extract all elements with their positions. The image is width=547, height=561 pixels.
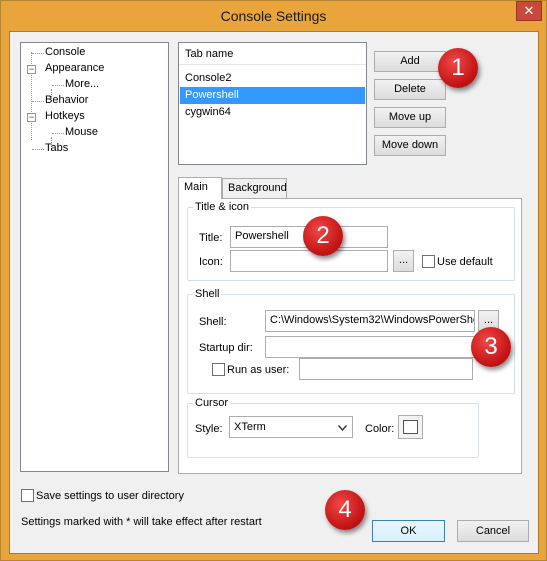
close-button[interactable]: ✕ — [516, 1, 542, 21]
cancel-button[interactable]: Cancel — [457, 520, 529, 542]
restart-note: Settings marked with * will take effect … — [21, 516, 262, 528]
group-label-title-icon: Title & icon — [193, 201, 252, 213]
tree-connector — [32, 149, 44, 150]
cursor-style-label: Style: — [195, 423, 223, 435]
tree-item-appearance[interactable]: Appearance — [45, 62, 104, 74]
list-item[interactable]: cygwin64 — [180, 104, 365, 121]
move-down-button[interactable]: Move down — [374, 135, 446, 156]
run-as-user-checkbox[interactable] — [212, 363, 225, 376]
console-settings-window: Console Settings ✕ Console − Appearance … — [0, 0, 547, 561]
group-label-cursor: Cursor — [193, 397, 231, 409]
delete-button[interactable]: Delete — [374, 79, 446, 100]
icon-browse-button[interactable]: ... — [393, 250, 414, 272]
annotation-marker-2: 2 — [303, 216, 343, 256]
cursor-style-select[interactable]: XTerm — [229, 416, 353, 438]
annotation-marker-4: 4 — [325, 490, 365, 530]
annotation-marker-1: 1 — [438, 48, 478, 88]
shell-path-input[interactable]: C:\Windows\System32\WindowsPowerShe — [265, 310, 475, 332]
chevron-down-icon — [338, 425, 347, 431]
cursor-color-button[interactable] — [398, 415, 423, 439]
tab-main[interactable]: Main — [178, 177, 222, 199]
dialog-client-area: Console − Appearance More... Behavior − … — [9, 31, 539, 554]
tree-item-behavior[interactable]: Behavior — [45, 94, 88, 106]
title-bar[interactable]: Console Settings ✕ — [1, 1, 546, 31]
title-label: Title: — [199, 232, 223, 244]
tree-item-console[interactable]: Console — [45, 46, 85, 58]
save-to-user-dir-label: Save settings to user directory — [36, 490, 184, 502]
settings-tree: Console − Appearance More... Behavior − … — [20, 42, 169, 472]
ok-button[interactable]: OK — [372, 520, 445, 542]
tree-item-hotkeys[interactable]: Hotkeys — [45, 110, 85, 122]
move-up-button[interactable]: Move up — [374, 107, 446, 128]
icon-label: Icon: — [199, 256, 223, 268]
tree-item-tabs[interactable]: Tabs — [45, 142, 68, 154]
color-swatch — [403, 420, 418, 434]
tree-connector — [32, 53, 44, 54]
group-label-shell: Shell — [193, 288, 222, 300]
tree-connector — [52, 133, 64, 134]
icon-input[interactable] — [230, 250, 388, 272]
annotation-marker-3: 3 — [471, 327, 511, 367]
shell-label: Shell: — [199, 316, 227, 328]
tab-background[interactable]: Background — [222, 178, 287, 198]
tree-connector — [32, 101, 44, 102]
tree-item-more[interactable]: More... — [65, 78, 99, 90]
run-as-user-input[interactable] — [299, 358, 473, 380]
cursor-color-label: Color: — [365, 423, 395, 435]
save-to-user-dir-checkbox[interactable] — [21, 489, 34, 502]
cursor-style-value: XTerm — [234, 421, 266, 433]
window-title: Console Settings — [220, 8, 327, 24]
collapse-icon[interactable]: − — [27, 113, 36, 122]
tab-name-list: Tab name Console2 Powershell cygwin64 — [178, 42, 367, 165]
tree-connector — [52, 85, 64, 86]
use-default-label: Use default — [437, 256, 493, 268]
list-item[interactable]: Console2 — [180, 70, 365, 87]
list-item-selected[interactable]: Powershell — [180, 87, 365, 104]
add-button[interactable]: Add — [374, 51, 446, 72]
tree-item-mouse[interactable]: Mouse — [65, 126, 98, 138]
list-header-tab-name[interactable]: Tab name — [179, 43, 366, 65]
run-as-user-label: Run as user: — [227, 364, 290, 376]
tab-panel-main: Title & icon Title: Powershell Icon: ...… — [178, 198, 522, 474]
startup-dir-label: Startup dir: — [199, 342, 253, 354]
collapse-icon[interactable]: − — [27, 65, 36, 74]
use-default-checkbox[interactable] — [422, 255, 435, 268]
startup-dir-input[interactable] — [265, 336, 475, 358]
